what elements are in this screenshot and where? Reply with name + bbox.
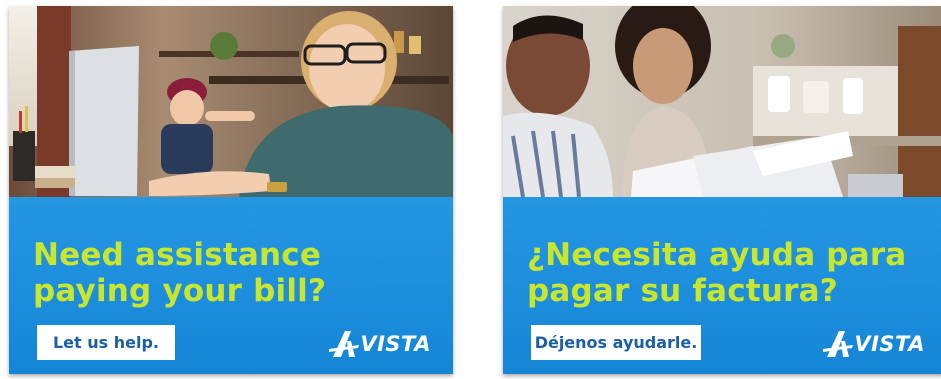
headline-line-2: paying your bill? [33, 273, 327, 309]
ad-banner-set: Need assistance paying your bill? Let us… [0, 0, 941, 379]
ad-card-spanish[interactable]: ¿Necesita ayuda para pagar su factura? D… [503, 6, 941, 374]
avista-logo-mark-icon [329, 331, 360, 357]
ad-headline: ¿Necesita ayuda para pagar su factura? [527, 237, 937, 309]
avista-logo-mark-icon [823, 331, 854, 357]
dejenos-ayudarle-button[interactable]: Déjenos ayudarle. [531, 325, 701, 360]
couple-reviewing-bills-photo [503, 6, 941, 197]
ad-card-english[interactable]: Need assistance paying your bill? Let us… [9, 6, 453, 374]
ad-text-panel: Need assistance paying your bill? Let us… [9, 197, 453, 374]
headline-line-1: Need assistance [33, 237, 322, 273]
headline-line-1: ¿Necesita ayuda para [527, 237, 907, 273]
avista-logo-text: VISTA [854, 332, 925, 356]
avista-logo: VISTA [823, 330, 925, 358]
avista-logo: VISTA [329, 330, 431, 358]
headline-line-2: pagar su factura? [527, 273, 838, 309]
ad-headline: Need assistance paying your bill? [33, 237, 443, 309]
mother-and-child-at-laptop-photo [9, 6, 453, 197]
let-us-help-button[interactable]: Let us help. [37, 325, 175, 360]
avista-logo-text: VISTA [360, 332, 431, 356]
ad-text-panel: ¿Necesita ayuda para pagar su factura? D… [503, 197, 941, 374]
